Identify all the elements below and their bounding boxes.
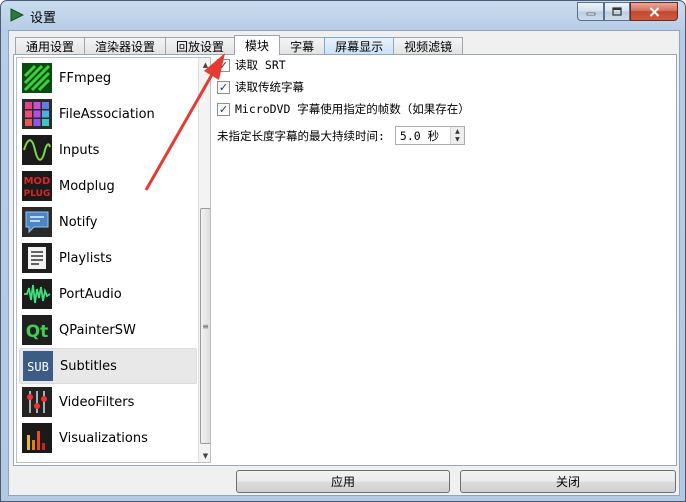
module-list[interactable]: FFmpeg FileAssociation Inputs MOD PLUG M… [16, 57, 211, 463]
microdvd-checkbox[interactable]: ✓ [217, 102, 230, 116]
inputs-icon [21, 134, 53, 166]
svg-text:Qt: Qt [26, 322, 49, 342]
svg-text:SUB: SUB [27, 360, 49, 374]
list-item[interactable]: VideoFilters [19, 384, 197, 420]
list-item[interactable]: FFmpeg [19, 60, 197, 96]
video-filters-icon [21, 386, 53, 418]
max-duration-spinbox[interactable]: 5.0 秒 ▲ ▼ [394, 126, 465, 145]
file-association-icon [21, 98, 53, 130]
read-srt-checkbox[interactable]: ✓ [217, 58, 230, 72]
read-srt-option[interactable]: ✓ 读取 SRT [217, 57, 286, 73]
minimize-button[interactable] [577, 2, 604, 21]
list-item[interactable]: Notify [19, 204, 197, 240]
modules-tab-pane: FFmpeg FileAssociation Inputs MOD PLUG M… [13, 54, 677, 466]
tab-general[interactable]: 通用设置 [15, 37, 86, 55]
subtitles-icon: SUB [22, 350, 54, 382]
svg-text:PLUG: PLUG [24, 189, 51, 199]
maximize-button[interactable] [604, 2, 630, 21]
window-title: 设置 [30, 11, 57, 26]
module-list-scrollbar[interactable]: ▲ ≡ ▼ [198, 58, 210, 462]
read-classic-option[interactable]: ✓ 读取传统字幕 [217, 79, 304, 95]
apply-button[interactable]: 应用 [236, 470, 450, 493]
scroll-up-arrow-icon[interactable]: ▲ [199, 58, 210, 71]
close-icon [649, 6, 659, 17]
tab-renderer[interactable]: 渲染器设置 [84, 37, 167, 55]
tab-modules[interactable]: 模块 [234, 35, 281, 55]
spin-up-icon[interactable]: ▲ [450, 127, 464, 136]
spin-down-icon[interactable]: ▼ [450, 135, 464, 144]
list-item[interactable]: Qt QPainterSW [19, 312, 197, 348]
tab-osd[interactable]: 屏幕显示 [324, 37, 395, 55]
tab-playback[interactable]: 回放设置 [165, 37, 236, 55]
watermark: Bai 经验 [529, 435, 635, 463]
list-item[interactable]: Visualizations [19, 420, 197, 456]
close-window-button[interactable] [630, 2, 678, 21]
close-button[interactable]: 关闭 [460, 470, 676, 493]
notify-icon [21, 206, 53, 238]
read-classic-checkbox[interactable]: ✓ [217, 80, 230, 94]
list-item-selected[interactable]: SUB Subtitles [19, 348, 197, 384]
dialog-client-area: 通用设置 渲染器设置 回放设置 模块 字幕 屏幕显示 视频滤镜 FFmpeg F… [8, 30, 680, 496]
portaudio-icon [21, 278, 53, 310]
microdvd-option[interactable]: ✓ MicroDVD 字幕使用指定的帧数（如果存在） [217, 101, 470, 117]
scrollbar-thumb[interactable]: ≡ [200, 208, 210, 444]
settings-window: 设置 通用设置 渲染器设置 回放设置 模块 字幕 屏幕显示 视频滤镜 FFmpe… [0, 0, 686, 502]
ffmpeg-icon [21, 62, 53, 94]
svg-text:MOD: MOD [24, 176, 51, 187]
qt-icon: Qt [21, 314, 53, 346]
list-item[interactable]: MOD PLUG Modplug [19, 168, 197, 204]
tab-subtitles[interactable]: 字幕 [279, 37, 326, 55]
tab-video-filters[interactable]: 视频滤镜 [393, 37, 464, 55]
playlists-icon [21, 242, 53, 274]
list-item[interactable]: FileAssociation [19, 96, 197, 132]
title-bar[interactable]: 设置 [1, 1, 686, 29]
visualizations-icon [21, 422, 53, 454]
list-item[interactable]: Playlists [19, 240, 197, 276]
tab-bar: 通用设置 渲染器设置 回放设置 模块 字幕 屏幕显示 视频滤镜 [15, 35, 464, 55]
maximize-icon [612, 7, 622, 16]
app-play-icon [10, 8, 24, 22]
list-item[interactable]: PortAudio [19, 276, 197, 312]
max-duration-row: 未指定长度字幕的最大持续时间: 5.0 秒 ▲ ▼ [217, 126, 465, 145]
scroll-down-arrow-icon[interactable]: ▼ [199, 449, 210, 462]
modplug-icon: MOD PLUG [21, 170, 53, 202]
minimize-icon [586, 12, 595, 15]
list-item[interactable]: Inputs [19, 132, 197, 168]
